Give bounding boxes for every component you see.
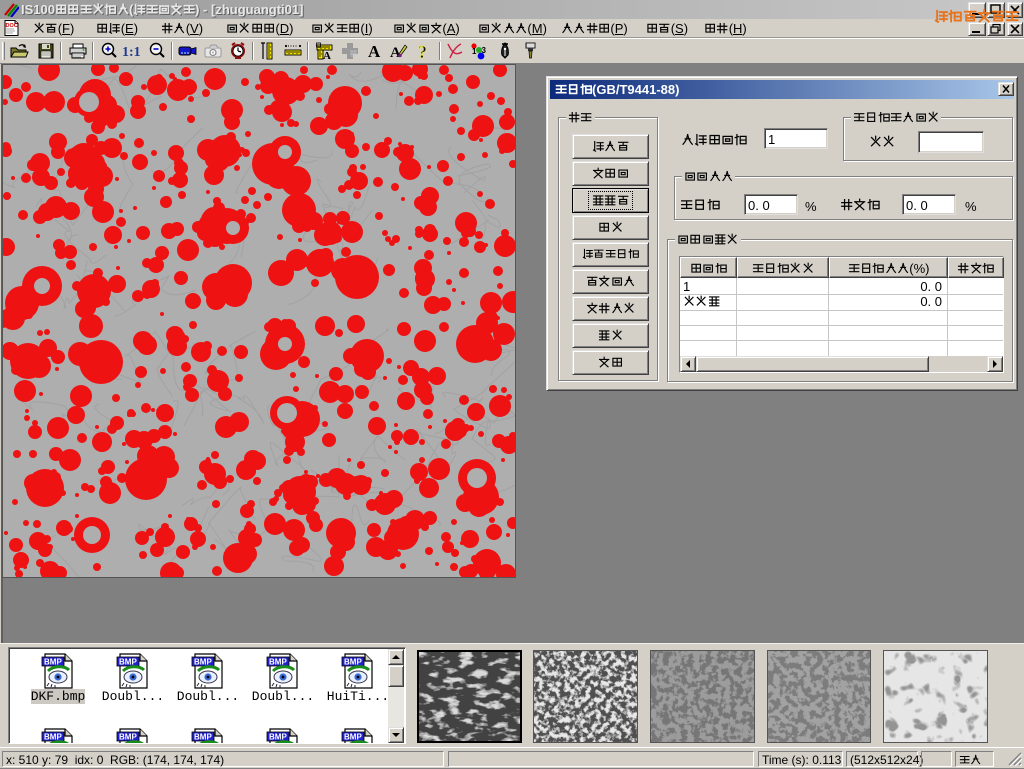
svg-text:BMP: BMP [269, 733, 287, 742]
svg-text:BMP: BMP [194, 733, 212, 742]
svg-text:DOC: DOC [6, 23, 18, 29]
svg-text:BMP: BMP [44, 658, 62, 667]
svg-text:BMP: BMP [344, 658, 362, 667]
svg-text:A: A [368, 42, 381, 61]
svg-text:BMP: BMP [119, 658, 137, 667]
svg-text:1: 1 [472, 47, 477, 56]
svg-text:A: A [323, 50, 331, 61]
svg-text:BMP: BMP [44, 733, 62, 742]
svg-text:?: ? [418, 42, 427, 61]
svg-text:BMP: BMP [344, 733, 362, 742]
svg-text:BMP: BMP [119, 733, 137, 742]
svg-text:BMP: BMP [269, 658, 287, 667]
svg-text:1:1: 1:1 [122, 45, 141, 60]
svg-text:BMP: BMP [194, 658, 212, 667]
